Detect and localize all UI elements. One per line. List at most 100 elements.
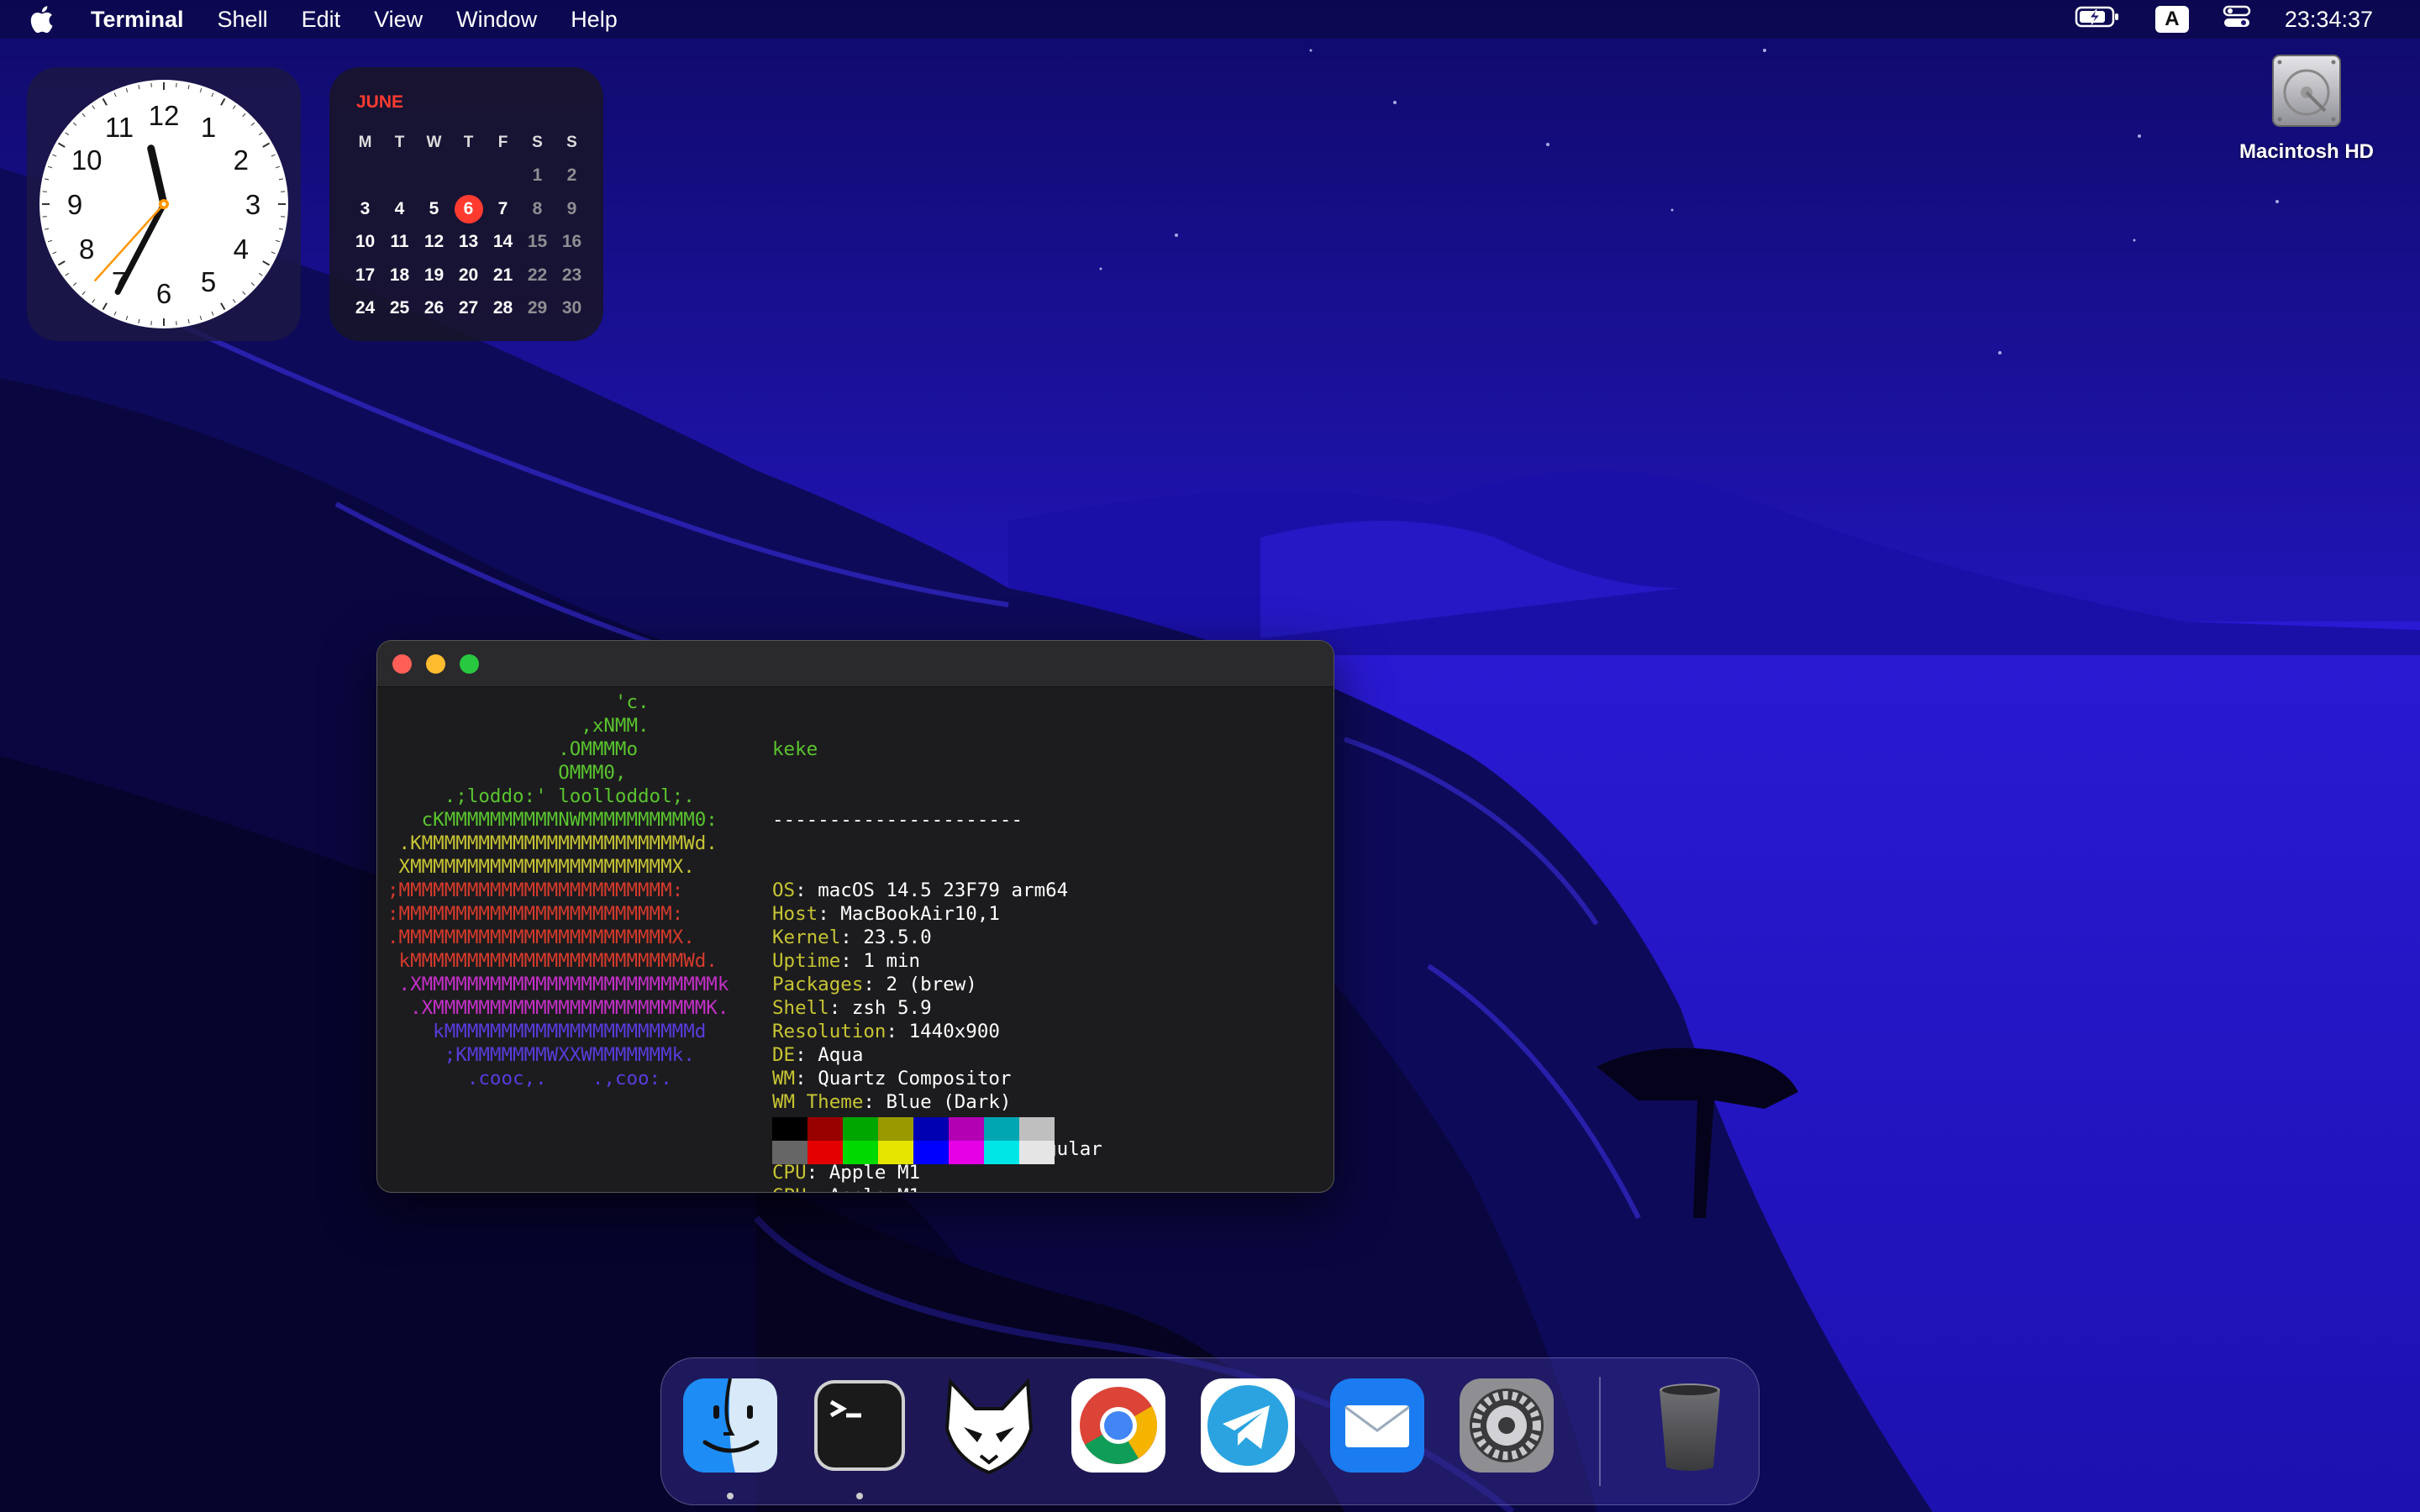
finder-icon bbox=[683, 1378, 777, 1473]
trash-icon bbox=[1660, 1383, 1720, 1471]
calendar-day: 22 bbox=[527, 265, 548, 285]
palette-swatch bbox=[984, 1141, 1019, 1164]
calendar-day: 28 bbox=[492, 298, 513, 318]
calendar-day: 27 bbox=[458, 298, 479, 318]
info-value: MacBookAir10,1 bbox=[840, 903, 1000, 925]
calendar-month: JUNE bbox=[356, 92, 404, 112]
neofetch-info-line: WM: Quartz Compositor bbox=[772, 1068, 1012, 1089]
calendar-day: 4 bbox=[394, 198, 405, 218]
weekday-label: S bbox=[566, 133, 577, 151]
palette-swatch bbox=[913, 1117, 949, 1141]
dock-terminal[interactable] bbox=[809, 1375, 910, 1476]
menu-shell[interactable]: Shell bbox=[218, 7, 268, 33]
dock-system-settings[interactable] bbox=[1456, 1375, 1557, 1476]
clock-number: 5 bbox=[201, 266, 216, 297]
clock-number: 9 bbox=[67, 189, 82, 220]
terminal-titlebar[interactable] bbox=[377, 641, 1334, 687]
dock-trash[interactable] bbox=[1639, 1375, 1740, 1476]
clock-tick bbox=[176, 321, 177, 326]
ascii-logo-line: .cooc,. .,coo:. bbox=[387, 1068, 672, 1089]
clock-number: 3 bbox=[245, 189, 260, 220]
clock-tick bbox=[150, 82, 152, 87]
menu-edit[interactable]: Edit bbox=[302, 7, 341, 33]
gear-icon bbox=[1460, 1378, 1554, 1473]
palette-swatch bbox=[878, 1117, 913, 1141]
palette-swatch bbox=[913, 1141, 949, 1164]
ascii-logo-line: .;loddo:' loolloddol;. bbox=[387, 785, 695, 807]
palette-swatch bbox=[949, 1141, 984, 1164]
neofetch-info-line: CPU: Apple M1 bbox=[772, 1162, 921, 1184]
ascii-logo-line: XMMMMMMMMMMMMMMMMMMMMMMMX. bbox=[387, 856, 695, 878]
ascii-logo-line: OMMM0, bbox=[387, 762, 627, 784]
terminal-window[interactable]: 'c. ,xNMM. .OMMMMo OMMM0, .;loddo:' lool… bbox=[376, 640, 1334, 1193]
clock-tick bbox=[42, 216, 47, 218]
control-center-icon[interactable] bbox=[2223, 4, 2251, 35]
clock-tick bbox=[176, 82, 177, 87]
calendar-day: 12 bbox=[424, 232, 445, 252]
dock-mail[interactable] bbox=[1327, 1375, 1428, 1476]
dock-chrome[interactable] bbox=[1068, 1375, 1169, 1476]
neofetch-info-line: OS: macOS 14.5 23F79 arm64 bbox=[772, 879, 1069, 901]
neofetch-info-line: DE: Aqua bbox=[772, 1044, 864, 1066]
calendar-day: 1 bbox=[532, 165, 543, 186]
telegram-icon bbox=[1201, 1378, 1295, 1473]
calendar-day: 3 bbox=[360, 198, 371, 218]
weekday-label: S bbox=[532, 133, 543, 151]
ascii-logo-line: cKMMMMMMMMMMNWMMMMMMMMMM0: bbox=[387, 809, 718, 831]
calendar-day: 19 bbox=[424, 265, 445, 285]
menu-help[interactable]: Help bbox=[571, 7, 618, 33]
battery-icon[interactable] bbox=[2075, 5, 2122, 34]
zoom-button[interactable] bbox=[460, 654, 479, 674]
ascii-logo-line: .XMMMMMMMMMMMMMMMMMMMMMMMMMMk bbox=[387, 974, 729, 995]
close-button[interactable] bbox=[392, 654, 412, 674]
neofetch-separator: ---------------------- bbox=[772, 809, 1023, 831]
calendar-day: 29 bbox=[527, 298, 548, 318]
neofetch-ascii-logo: 'c. ,xNMM. .OMMMMo OMMM0, .;loddo:' lool… bbox=[387, 690, 729, 1090]
palette-swatch bbox=[949, 1117, 984, 1141]
apple-logo-icon[interactable] bbox=[29, 5, 67, 34]
ascii-logo-line: kMMMMMMMMMMMMMMMMMMMMMMMMWd. bbox=[387, 950, 718, 972]
ascii-logo-line: .XMMMMMMMMMMMMMMMMMMMMMMMMK. bbox=[387, 997, 729, 1019]
palette-swatch bbox=[1019, 1117, 1055, 1141]
neofetch-info-line: Resolution: 1440x900 bbox=[772, 1021, 1000, 1042]
color-palette bbox=[772, 1117, 1055, 1164]
fox-app-icon bbox=[944, 1378, 1034, 1475]
neofetch-info-line: WM Theme: Blue (Dark) bbox=[772, 1091, 1012, 1113]
neofetch-info-line: GPU: Apple M1 bbox=[772, 1184, 1102, 1192]
minimize-button[interactable] bbox=[426, 654, 445, 674]
dock-telegram[interactable] bbox=[1197, 1375, 1298, 1476]
calendar-day: 7 bbox=[497, 198, 508, 218]
menu-clock[interactable]: 23:34:37 bbox=[2285, 7, 2373, 33]
clock-widget[interactable]: 12 1 2 3 4 5 6 7 8 9 10 11 bbox=[27, 67, 301, 341]
calendar-day: 8 bbox=[532, 198, 543, 218]
calendar-day: 14 bbox=[492, 232, 513, 252]
info-value: 1 min bbox=[863, 950, 921, 972]
palette-swatch bbox=[984, 1117, 1019, 1141]
palette-swatch bbox=[1019, 1141, 1055, 1164]
info-key: Resolution bbox=[772, 1021, 886, 1042]
menu-app-name[interactable]: Terminal bbox=[91, 7, 184, 33]
clock-number: 11 bbox=[105, 112, 134, 143]
info-value: Aqua bbox=[818, 1044, 864, 1066]
calendar-grid: M T W T F S S 1 2 3 4 5 6 7 8 9 10 11 12… bbox=[348, 126, 589, 325]
analog-clock-face: 12 1234567891011 bbox=[39, 80, 288, 328]
ascii-logo-line: kMMMMMMMMMMMMMMMMMMMMMMd bbox=[387, 1021, 707, 1042]
calendar-day: 10 bbox=[355, 232, 376, 252]
calendar-day: 20 bbox=[458, 265, 479, 285]
info-key: CPU bbox=[772, 1162, 807, 1184]
info-value: macOS 14.5 23F79 arm64 bbox=[818, 879, 1069, 901]
terminal-content[interactable]: 'c. ,xNMM. .OMMMMo OMMM0, .;loddo:' lool… bbox=[377, 687, 1334, 1192]
menu-view[interactable]: View bbox=[374, 7, 423, 33]
ascii-logo-line: ,xNMM. bbox=[387, 715, 650, 737]
weekday-label: T bbox=[394, 133, 405, 151]
desktop-icon-macintosh-hd[interactable]: Macintosh HD bbox=[2225, 50, 2388, 164]
calendar-day: 26 bbox=[424, 298, 445, 318]
menu-window[interactable]: Window bbox=[456, 7, 537, 33]
input-source-badge[interactable]: A bbox=[2154, 6, 2189, 33]
weekday-label: W bbox=[426, 133, 442, 151]
dock-fox-app[interactable] bbox=[939, 1375, 1039, 1476]
dock-finder[interactable] bbox=[680, 1375, 781, 1476]
clock-tick bbox=[281, 216, 286, 218]
calendar-widget[interactable]: JUNE M T W T F S S 1 2 3 4 5 6 7 8 9 10 … bbox=[329, 67, 603, 341]
info-value: zsh 5.9 bbox=[851, 997, 932, 1019]
